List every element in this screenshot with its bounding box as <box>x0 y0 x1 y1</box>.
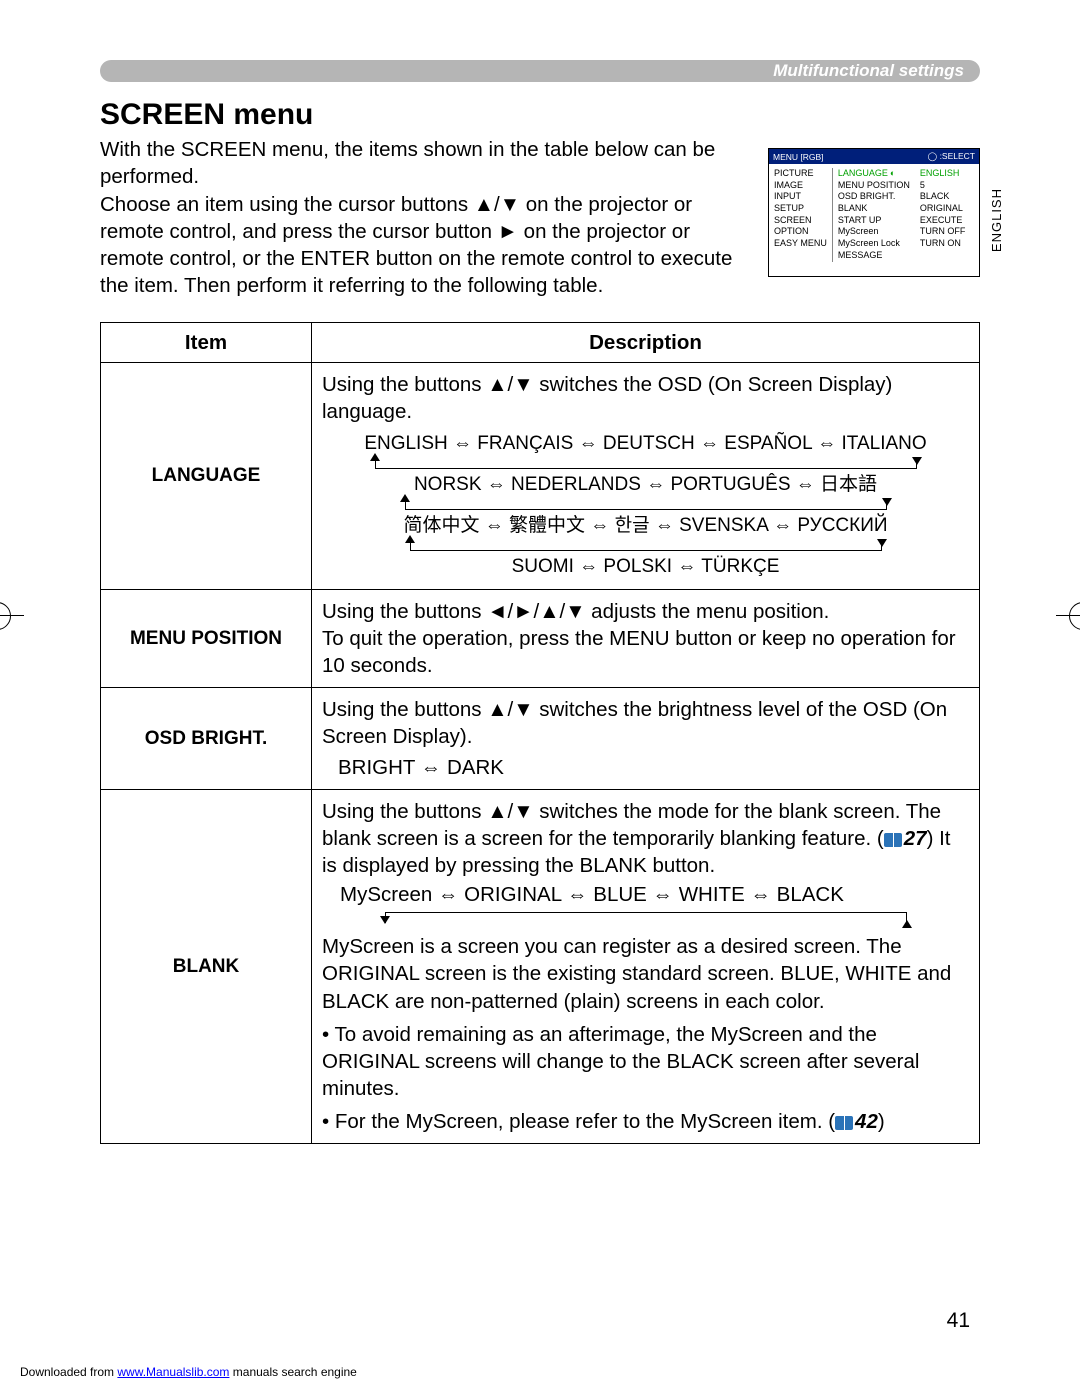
desc-menu-position: Using the buttons ◄/►/▲/▼ adjusts the me… <box>312 589 980 687</box>
desc-blank: Using the buttons ▲/▼ switches the mode … <box>312 790 980 1144</box>
item-language: LANGUAGE <box>101 362 312 589</box>
item-blank: BLANK <box>101 790 312 1144</box>
osd-menu-illustration: MENU [RGB] ◯ :SELECT PICTURE IMAGE INPUT… <box>768 148 980 277</box>
select-icon: ◯ <box>928 151 938 161</box>
footer-link[interactable]: www.Manualslib.com <box>117 1365 229 1379</box>
cycle-connector <box>410 540 882 551</box>
osd-left-col: PICTURE IMAGE INPUT SETUP SCREEN OPTION … <box>769 168 833 262</box>
table-row: LANGUAGE Using the buttons ▲/▼ switches … <box>101 362 980 589</box>
table-row: MENU POSITION Using the buttons ◄/►/▲/▼ … <box>101 589 980 687</box>
osd-right-col: ENGLISH 5 BLACK ORIGINAL EXECUTE TURN OF… <box>915 168 971 262</box>
crop-mark <box>0 615 24 616</box>
section-header: Multifunctional settings <box>100 60 980 82</box>
desc-language: Using the buttons ▲/▼ switches the OSD (… <box>312 362 980 589</box>
col-description: Description <box>312 322 980 362</box>
crop-mark <box>1056 615 1080 616</box>
cycle-connector <box>375 458 917 469</box>
item-osd-bright: OSD BRIGHT. <box>101 688 312 790</box>
select-label: :SELECT <box>940 151 975 161</box>
globe-icon: ◐ <box>890 168 895 180</box>
cycle-connector <box>405 499 887 510</box>
cycle-connector <box>385 912 907 923</box>
page-title: SCREEN menu <box>100 98 980 132</box>
book-icon <box>884 833 902 847</box>
table-row: OSD BRIGHT. Using the buttons ▲/▼ switch… <box>101 688 980 790</box>
desc-osd-bright: Using the buttons ▲/▼ switches the brigh… <box>312 688 980 790</box>
item-menu-position: MENU POSITION <box>101 589 312 687</box>
book-icon <box>835 1116 853 1130</box>
language-tab: ENGLISH <box>989 188 1004 252</box>
page-number: 41 <box>947 1309 970 1333</box>
osd-menu-title: MENU [RGB] <box>773 152 824 162</box>
settings-table: Item Description LANGUAGE Using the butt… <box>100 322 980 1144</box>
osd-mid-col: LANGUAGE◐ MENU POSITION OSD BRIGHT. BLAN… <box>833 168 915 262</box>
col-item: Item <box>101 322 312 362</box>
crop-mark <box>1069 602 1080 630</box>
footer: Downloaded from www.Manualslib.com manua… <box>20 1365 357 1379</box>
table-row: BLANK Using the buttons ▲/▼ switches the… <box>101 790 980 1144</box>
intro-text: With the SCREEN menu, the items shown in… <box>100 136 764 300</box>
crop-mark <box>0 602 11 630</box>
